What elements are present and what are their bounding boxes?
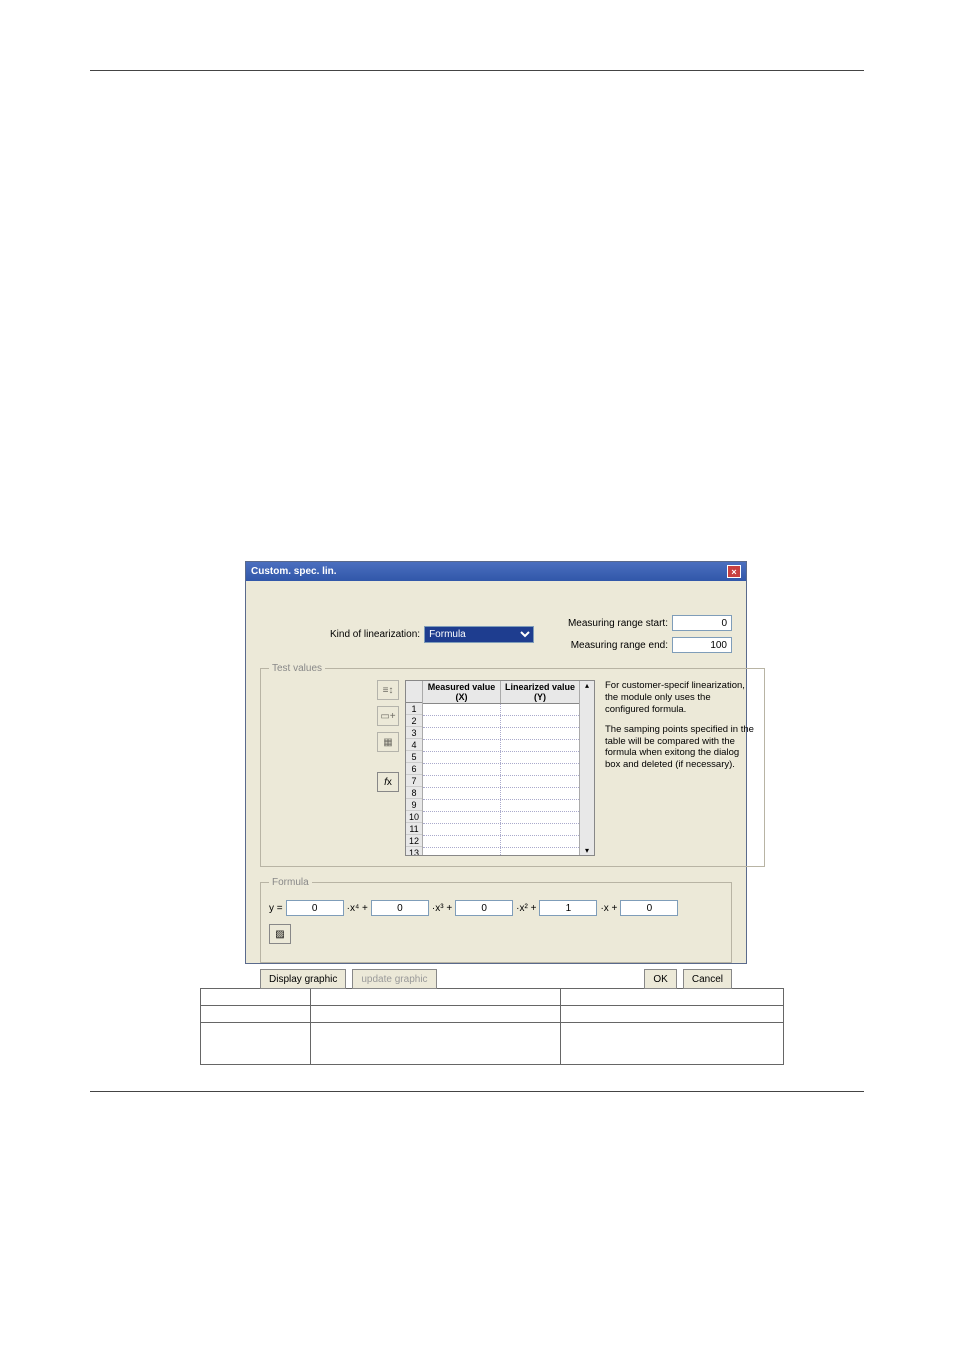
- dialog-titlebar: Custom. spec. lin. ×: [246, 562, 746, 581]
- coeff-x3-input[interactable]: [371, 900, 429, 916]
- range-end-label: Measuring range end:: [571, 640, 668, 651]
- top-rule: [90, 70, 864, 71]
- fx-icon[interactable]: fx: [377, 772, 399, 792]
- cancel-button[interactable]: Cancel: [683, 969, 732, 989]
- expl-r1c2: [311, 1006, 561, 1023]
- term-x3: ·x³ +: [432, 903, 452, 914]
- expl-r2c2: [311, 1023, 561, 1065]
- kind-of-linearization-select[interactable]: Formula: [424, 626, 534, 643]
- grid-edit-icon: ▦: [377, 732, 399, 752]
- term-x1: ·x +: [600, 903, 617, 914]
- insert-row-icon: ▭+: [377, 706, 399, 726]
- linearization-dialog: Custom. spec. lin. × Kind of linearizati…: [245, 561, 747, 964]
- values-grid: 12 34 56 78 910 1112 1314 Measured value: [405, 680, 595, 856]
- range-start-input[interactable]: [672, 615, 732, 631]
- display-graphic-button[interactable]: Display graphic: [260, 969, 346, 989]
- test-values-fieldset: Test values ≡↕ ▭+ ▦ fx 12 34: [260, 663, 765, 867]
- expl-r2c3: [561, 1023, 784, 1065]
- expl-r1c3: [561, 1006, 784, 1023]
- row-number-gutter: 12 34 56 78 910 1112 1314: [406, 681, 423, 855]
- expl-r2c1: [201, 1023, 311, 1065]
- expl-r1c1: [201, 1006, 311, 1023]
- chart-preview-icon[interactable]: ▨: [269, 924, 291, 944]
- col-header-measured: Measured value(X): [423, 681, 501, 703]
- range-end-input[interactable]: [672, 637, 732, 653]
- coeff-x1-input[interactable]: [539, 900, 597, 916]
- grid-rows[interactable]: [423, 704, 579, 856]
- formula-legend: Formula: [269, 877, 312, 888]
- info-text: For customer-specif linearization, the m…: [601, 680, 756, 856]
- coeff-x4-input[interactable]: [286, 900, 344, 916]
- close-icon[interactable]: ×: [727, 565, 741, 578]
- tool-column: ≡↕ ▭+ ▦ fx: [269, 680, 399, 856]
- test-values-legend: Test values: [269, 663, 325, 674]
- formula-fieldset: Formula y = ·x⁴ + ·x³ + ·x² + ·x + ▨: [260, 877, 732, 963]
- grid-scrollbar[interactable]: ▴▾: [579, 681, 594, 855]
- dialog-title: Custom. spec. lin.: [251, 566, 337, 577]
- col-header-linearized: Linearized value(Y): [501, 681, 579, 703]
- range-start-label: Measuring range start:: [568, 618, 668, 629]
- term-x2: ·x² +: [516, 903, 536, 914]
- coeff-x0-input[interactable]: [620, 900, 678, 916]
- sort-icon: ≡↕: [377, 680, 399, 700]
- bottom-rule: [90, 1091, 864, 1092]
- coeff-x2-input[interactable]: [455, 900, 513, 916]
- kind-label: Kind of linearization:: [330, 629, 420, 640]
- update-graphic-button: update graphic: [352, 969, 436, 989]
- y-equals: y =: [269, 903, 283, 914]
- ok-button[interactable]: OK: [644, 969, 676, 989]
- term-x4: ·x⁴ +: [347, 903, 368, 914]
